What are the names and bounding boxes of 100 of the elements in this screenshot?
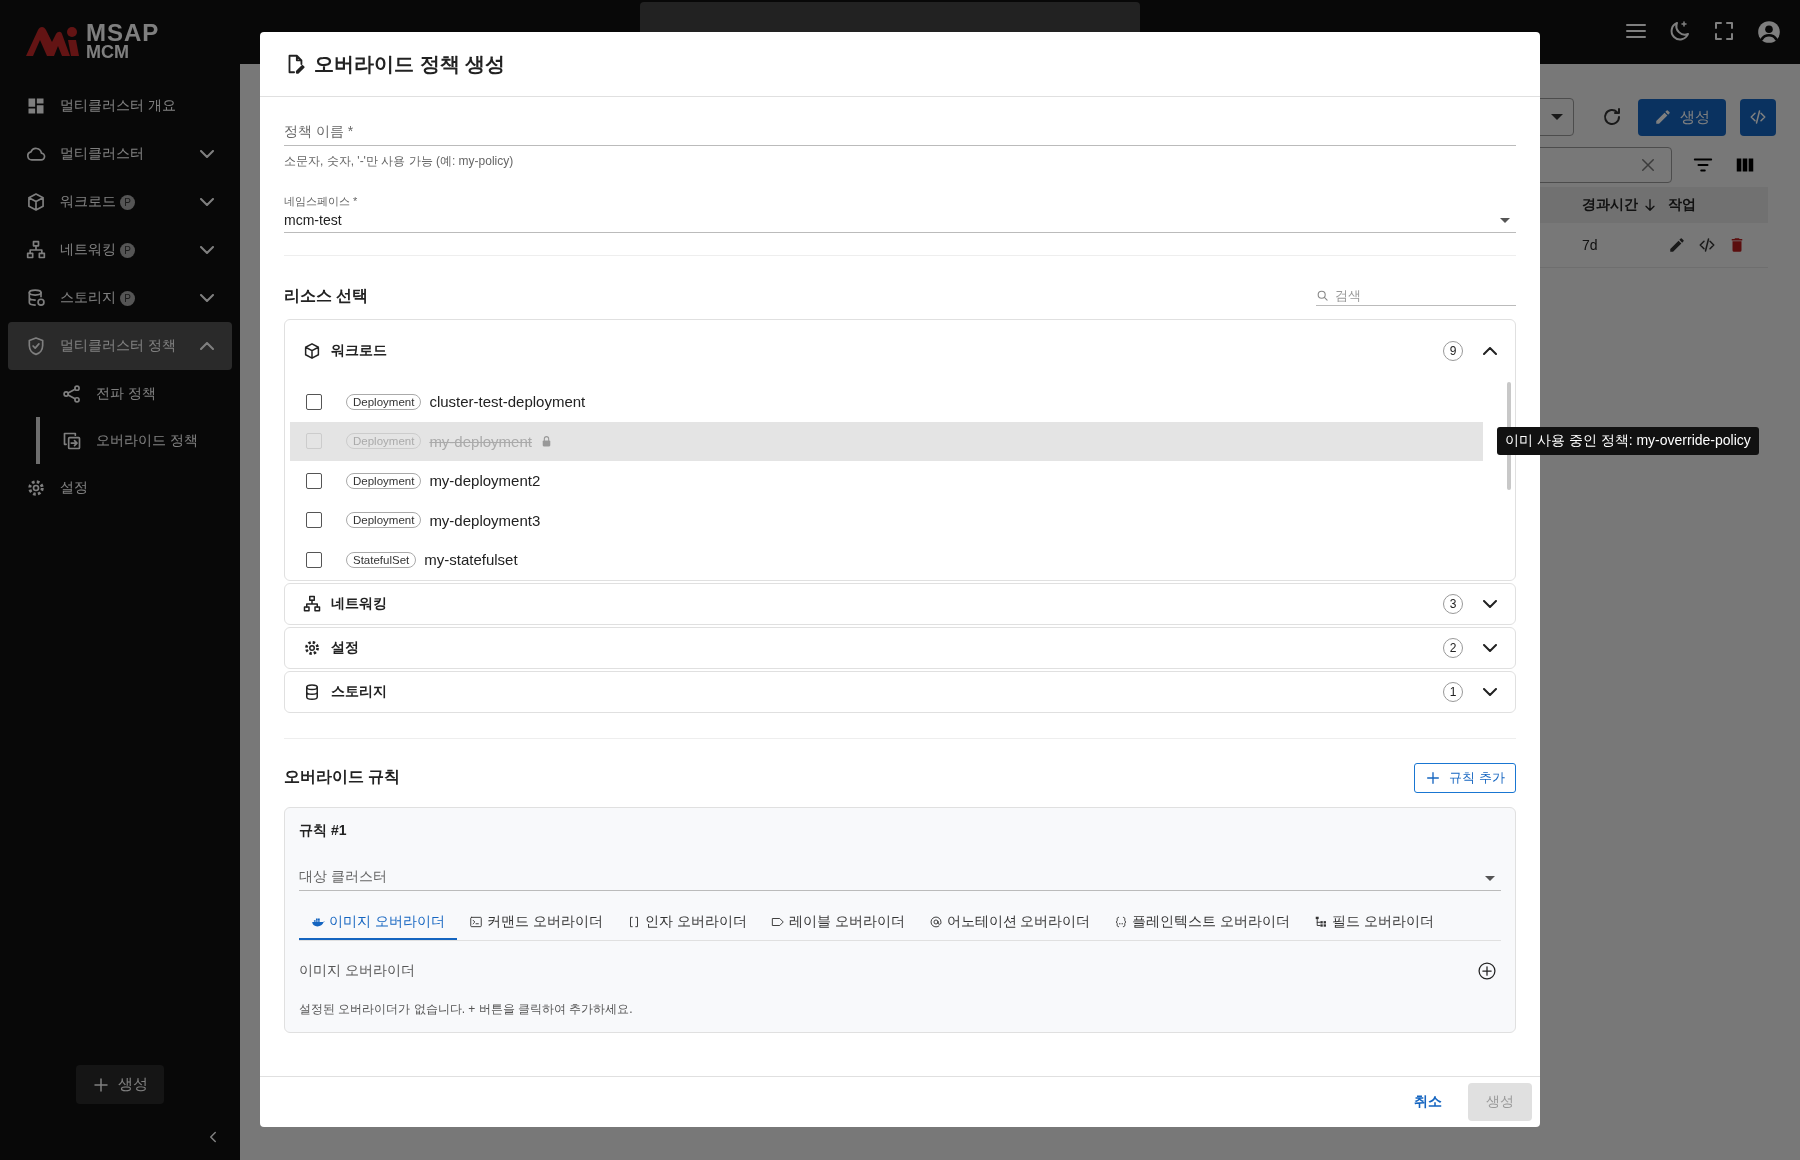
resource-name: my-deployment <box>429 432 532 450</box>
sidebar-badge: P <box>120 290 135 306</box>
close-icon <box>1639 156 1657 174</box>
database-icon <box>26 288 46 308</box>
create-button[interactable]: 생성 <box>1638 98 1726 136</box>
logo-text: MSAP <box>86 22 160 44</box>
sidebar-label: 멀티클러스터 정책 <box>60 337 176 355</box>
code-button[interactable] <box>1740 98 1776 136</box>
sidebar-item[interactable]: 스토리지 P <box>8 274 232 322</box>
tab[interactable]: 인자 오버라이더 <box>614 904 759 940</box>
sidebar-item[interactable]: 설정 <box>8 464 232 512</box>
resource-name: my-statefulset <box>424 551 518 569</box>
helper-text: 소문자, 숫자, '-'만 사용 가능 (예: my-policy) <box>284 153 515 170</box>
pencil-icon <box>1654 108 1672 126</box>
accordion-header[interactable]: 네트워킹 3 <box>285 583 1515 624</box>
at-icon <box>928 914 943 929</box>
create-button[interactable]: 생성 <box>76 1065 164 1104</box>
section-title: 오버라이드 규칙 <box>284 767 401 787</box>
resource-name: cluster-test-deployment <box>429 393 586 411</box>
policy-name-field[interactable]: 정책 이름 * <box>284 123 1516 146</box>
sidebar-label: 멀티클러스터 <box>60 145 144 163</box>
terminal-icon <box>468 914 483 929</box>
network-icon <box>303 594 321 613</box>
sidebar-badge: P <box>120 194 135 210</box>
tab[interactable]: 커맨드 오버라이더 <box>456 904 615 940</box>
cancel-button[interactable]: 취소 <box>1402 1085 1454 1119</box>
network-icon <box>26 240 46 260</box>
sidebar-subitem[interactable]: 오버라이드 정책 <box>36 417 240 464</box>
sidebar-item[interactable]: 멀티클러스터 개요 <box>8 82 232 130</box>
dropdown-arrow-icon <box>1500 218 1510 223</box>
accordion-header[interactable]: 설정 2 <box>285 627 1515 668</box>
moon-icon <box>1668 19 1692 43</box>
accordion-header[interactable]: 워크로드 9 <box>285 320 1515 382</box>
logo-subtext: MCM <box>86 43 130 60</box>
plus-icon <box>92 1075 110 1094</box>
cube-icon <box>303 342 321 360</box>
copy-icon <box>62 430 82 451</box>
dropdown-arrow-icon <box>1485 875 1495 881</box>
sidebar-item[interactable]: 멀티클러스터 정책 <box>8 322 232 370</box>
empty-message: 설정된 오버라이더가 없습니다. + 버튼을 클릭하여 추가하세요. <box>299 1000 634 1018</box>
sidebar-label: 네트워킹 <box>60 241 116 259</box>
code-icon <box>1749 108 1767 126</box>
database-icon <box>303 682 321 701</box>
tab[interactable]: 필드 오버라이더 <box>1302 904 1447 940</box>
checkbox[interactable] <box>306 393 322 410</box>
section-title: 리소스 선택 <box>284 286 369 306</box>
accordion-header[interactable]: 스토리지 1 <box>285 671 1515 712</box>
edit-icon <box>1668 236 1686 254</box>
tree-icon <box>1314 914 1329 929</box>
chevron-icon <box>1483 599 1497 608</box>
dashboard-icon <box>26 96 46 116</box>
tab[interactable]: 레이블 오버라이더 <box>758 904 917 940</box>
tab[interactable]: 플레인텍스트 오버라이더 <box>1102 904 1303 940</box>
dialog-title: 오버라이드 정책 생성 <box>314 51 506 77</box>
sidebar-label: 스토리지 <box>60 289 116 307</box>
checkbox[interactable] <box>306 472 322 489</box>
chevron-icon <box>1483 687 1497 696</box>
sidebar-label: 설정 <box>60 479 88 497</box>
sidebar-item[interactable]: 워크로드 P <box>8 178 232 226</box>
sidebar-badge: P <box>120 242 135 258</box>
add-rule-button[interactable]: 규칙 추가 <box>1414 762 1516 793</box>
chevron-icon <box>1483 643 1497 652</box>
account-icon <box>1756 19 1782 45</box>
checkbox[interactable] <box>306 551 322 568</box>
braces-icon <box>1114 914 1129 929</box>
column-header[interactable]: 작업 <box>1668 196 1696 214</box>
resource-search-field[interactable]: 검색 <box>1335 287 1495 303</box>
dropdown-arrow-icon <box>1551 114 1563 120</box>
cube-icon <box>26 192 46 212</box>
share-icon <box>62 383 82 404</box>
tooltip: 이미 사용 중인 정책: my-override-policy <box>1497 427 1759 456</box>
chevron-icon <box>200 246 214 254</box>
chevron-icon <box>200 198 214 206</box>
checkbox[interactable] <box>306 512 322 529</box>
cluster-select[interactable]: 대상 클러스터 <box>299 867 1501 891</box>
sidebar-item[interactable]: 네트워킹 P <box>8 226 232 274</box>
chevron-icon <box>200 150 214 158</box>
logo-icon <box>24 24 80 58</box>
code-icon <box>1698 236 1716 254</box>
add-circle-icon <box>1477 960 1497 981</box>
panel-title: 이미지 오버라이더 <box>299 961 415 980</box>
chevron-icon <box>200 342 214 350</box>
settings-icon <box>303 638 321 657</box>
plus-icon <box>1425 769 1442 786</box>
sidebar-item[interactable]: 멀티클러스터 <box>8 130 232 178</box>
chevron-icon <box>1483 347 1497 355</box>
table-cell-text: 7d <box>1582 237 1599 253</box>
fullscreen-icon <box>1712 19 1736 43</box>
shield-icon <box>26 336 46 356</box>
sort-arrow-icon <box>1642 197 1658 213</box>
resource-name: my-deployment3 <box>429 511 541 529</box>
search-icon <box>1316 288 1329 302</box>
settings-icon <box>26 478 46 498</box>
sidebar-label: 멀티클러스터 개요 <box>60 97 176 115</box>
tab[interactable]: 어노테이션 오버라이더 <box>916 904 1103 940</box>
resource-name: my-deployment2 <box>429 472 541 490</box>
namespace-select[interactable]: mcm-test <box>284 209 1516 233</box>
sidebar-subitem[interactable]: 전파 정책 <box>36 370 240 417</box>
tab[interactable]: 이미지 오버라이더 <box>299 904 457 940</box>
column-header[interactable]: 경과시간 <box>1582 196 1638 214</box>
